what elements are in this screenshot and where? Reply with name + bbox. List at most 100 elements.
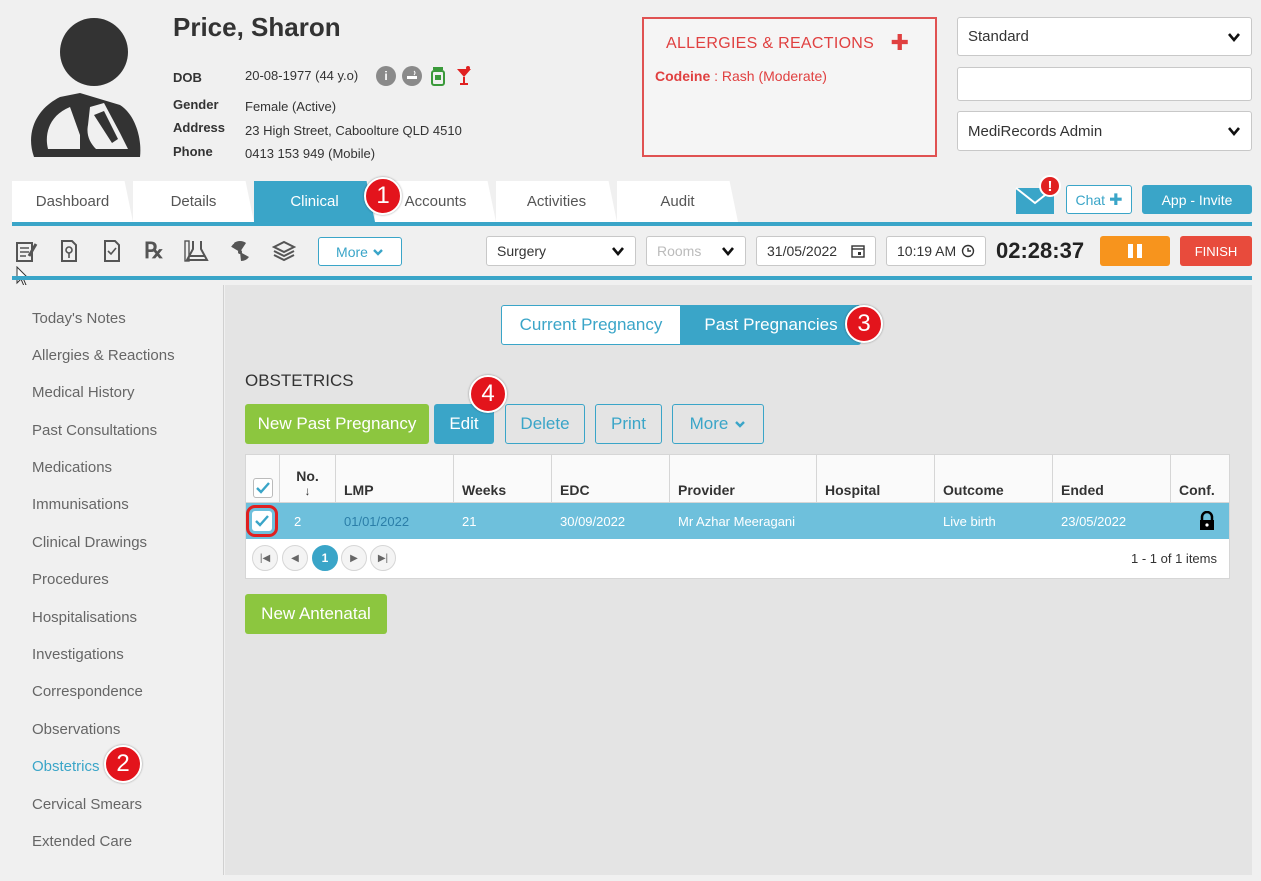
select-all-checkbox[interactable] [253,478,273,498]
cell-provider: Mr Azhar Meeragani [678,513,796,529]
medication-bottle-icon[interactable] [428,66,448,86]
allergies-title: ALLERGIES & REACTIONS [666,35,875,52]
more-button-label: More [689,414,729,433]
date-input-value: 31/05/2022 [767,243,838,259]
time-input[interactable]: 10:19 AM [886,236,986,266]
sidebar-item-todays-notes[interactable]: Today's Notes [32,310,126,327]
tab-dashboard[interactable]: Dashboard [12,181,133,222]
prev-page-icon[interactable]: ◀ [282,545,308,571]
past-pregnancies-tab[interactable]: Past Pregnancies [681,305,861,345]
col-weeks[interactable]: Weeks [454,455,552,503]
rx-icon[interactable]: ℞ [141,238,167,264]
sidebar-item-hospitalisations[interactable]: Hospitalisations [32,609,137,626]
sidebar-item-extended-care[interactable]: Extended Care [32,833,132,850]
sidebar-item-correspondence[interactable]: Correspondence [32,683,143,700]
add-allergy-button[interactable]: ✚ [891,30,909,56]
col-outcome[interactable]: Outcome [935,455,1053,503]
section-title: OBSTETRICS [245,371,354,390]
info-icon[interactable]: i [376,66,396,86]
user-select[interactable]: MediRecords Admin [957,111,1252,151]
lab-flask-icon[interactable] [184,238,210,264]
notes-icon[interactable] [13,238,39,264]
col-hospital[interactable]: Hospital [817,455,935,503]
more-button[interactable]: More [672,404,764,444]
sidebar-item-past-consultations[interactable]: Past Consultations [32,422,157,439]
checkmark-icon [256,482,270,494]
sidebar-item-procedures[interactable]: Procedures [32,571,109,588]
clinical-sidebar: Today's Notes Allergies & Reactions Medi… [12,285,224,875]
surgery-select[interactable]: Surgery [486,236,636,266]
rooms-select-placeholder: Rooms [657,243,702,259]
sidebar-item-allergies[interactable]: Allergies & Reactions [32,347,175,364]
cell-hospital [817,503,825,539]
allergies-panel: ALLERGIES & REACTIONS ✚ Codeine : Rash (… [642,17,937,157]
tab-details[interactable]: Details [133,181,254,222]
calendar-icon[interactable] [851,244,865,258]
tab-clinical[interactable]: Clinical [254,181,375,222]
sidebar-item-clinical-drawings[interactable]: Clinical Drawings [32,534,147,551]
smoking-icon[interactable] [402,66,422,86]
col-no[interactable]: No. ↓ [280,455,336,503]
col-ended[interactable]: Ended [1053,455,1171,503]
dob-label: DOB [173,70,202,85]
chevron-down-icon [1228,127,1240,137]
alcohol-icon[interactable] [454,66,474,86]
tab-activities[interactable]: Activities [496,181,617,222]
rooms-select[interactable]: Rooms [646,236,746,266]
cell-weeks: 21 [462,513,477,529]
cell-lmp[interactable]: 01/01/2022 [336,503,409,539]
sidebar-item-obstetrics[interactable]: Obstetrics [32,758,100,775]
col-no-label: No. [296,468,319,484]
address-value: 23 High Street, Caboolture QLD 4510 [245,123,462,138]
allergy-item[interactable]: Codeine : Rash (Moderate) [655,68,827,84]
step-marker-4: 4 [469,375,507,413]
sidebar-item-medications[interactable]: Medications [32,459,112,476]
chat-button[interactable]: Chat ✚ [1066,185,1132,214]
table-row[interactable]: 2 01/01/2022 21 30/09/2022 Mr Azhar Meer… [246,503,1229,539]
col-provider[interactable]: Provider [670,455,817,503]
sidebar-item-investigations[interactable]: Investigations [32,646,124,663]
radiology-icon[interactable] [227,238,253,264]
col-conf[interactable]: Conf. [1171,455,1229,503]
toolbar-more-button[interactable]: More [318,237,402,266]
delete-button[interactable]: Delete [505,404,585,444]
current-pregnancy-tab[interactable]: Current Pregnancy [501,305,681,345]
header-text-input[interactable] [957,67,1252,101]
obstetrics-grid: No. ↓ LMP Weeks EDC Provider Hospital Ou… [245,454,1230,579]
sidebar-item-medical-history[interactable]: Medical History [32,384,135,401]
finish-button[interactable]: FINISH [1180,236,1252,266]
col-edc[interactable]: EDC [552,455,670,503]
date-input[interactable]: 31/05/2022 [756,236,876,266]
phone-label: Phone [173,144,213,159]
row-checkbox[interactable] [246,505,278,537]
new-past-pregnancy-button[interactable]: New Past Pregnancy [245,404,429,444]
mail-alert-badge: ! [1039,175,1061,197]
chevron-down-icon [722,247,734,257]
tab-audit[interactable]: Audit [617,181,738,222]
print-button[interactable]: Print [595,404,662,444]
template-select-value: Standard [968,28,1029,45]
select-all-cell [246,455,280,503]
checkmark-icon [255,515,269,527]
sidebar-item-observations[interactable]: Observations [32,721,120,738]
sidebar-item-immunisations[interactable]: Immunisations [32,496,129,513]
step-marker-2: 2 [104,745,142,783]
prescription-doc-icon[interactable] [56,238,82,264]
template-select[interactable]: Standard [957,17,1252,56]
dob-value: 20-08-1977 (44 y.o) [245,68,359,83]
app-invite-button[interactable]: App - Invite [1142,185,1252,214]
page-number-button[interactable]: 1 [312,545,338,571]
sort-arrow-icon: ↓ [304,484,311,498]
next-page-icon[interactable]: ▶ [341,545,367,571]
pause-button[interactable] [1100,236,1170,266]
gender-value: Female (Active) [245,99,337,114]
sidebar-item-cervical-smears[interactable]: Cervical Smears [32,796,142,813]
new-antenatal-button[interactable]: New Antenatal [245,594,387,634]
document-icon[interactable] [99,238,125,264]
col-lmp[interactable]: LMP [336,455,454,503]
education-icon[interactable] [271,238,297,264]
gender-label: Gender [173,97,219,112]
first-page-icon[interactable]: |◀ [252,545,278,571]
clock-icon[interactable] [961,244,975,258]
last-page-icon[interactable]: ▶| [370,545,396,571]
